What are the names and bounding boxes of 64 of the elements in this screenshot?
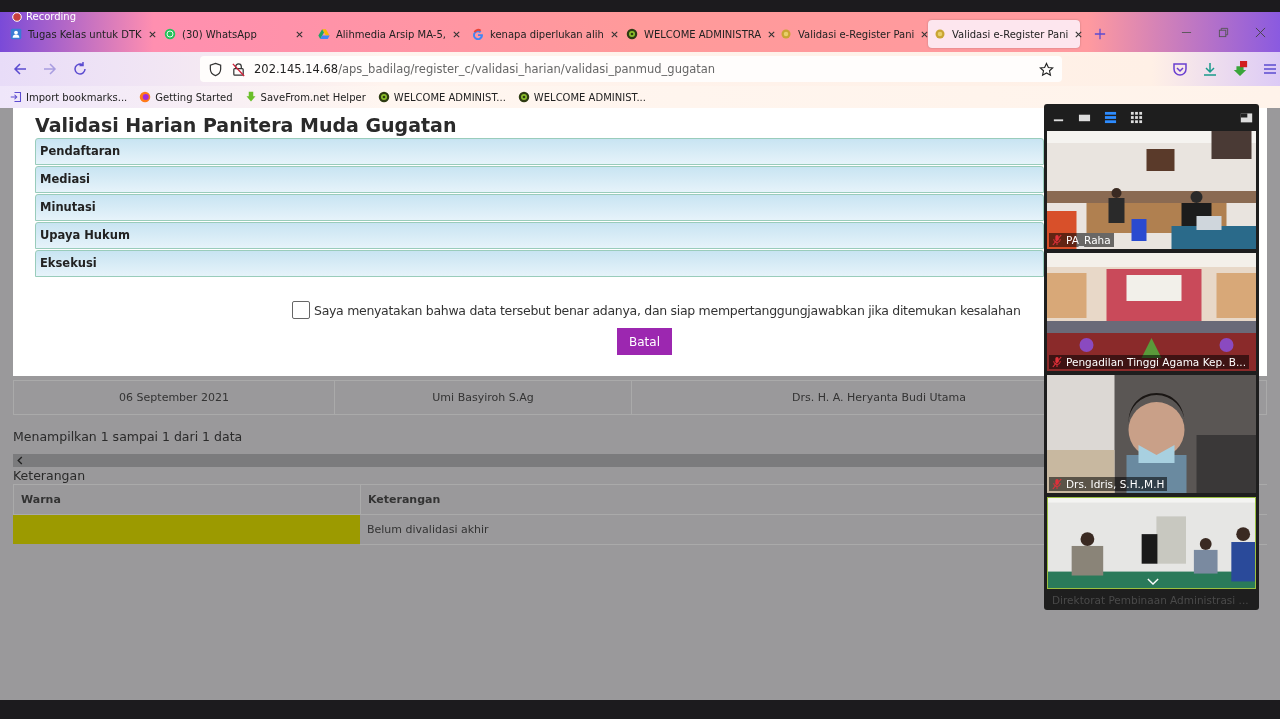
browser-tab[interactable]: Alihmedia Arsip MA-5, <box>312 20 464 48</box>
accordion-header[interactable]: Pendaftaran <box>35 138 1044 165</box>
browser-tab[interactable]: kenapa diperlukan alih <box>466 20 618 48</box>
dialog-title: Validasi Harian Panitera Muda Gugatan <box>35 113 457 138</box>
badge-icon <box>377 91 390 103</box>
bookmark-item[interactable]: WELCOME ADMINIST... <box>377 91 506 103</box>
person-icon <box>10 28 22 40</box>
table-info-text: Menampilkan 1 sampai 1 dari 1 data <box>13 429 244 445</box>
close-icon <box>451 29 461 39</box>
new-tab-icon[interactable] <box>1094 28 1106 40</box>
scrollbar[interactable] <box>13 454 1044 467</box>
drive-icon <box>318 28 330 40</box>
close-icon <box>147 29 157 39</box>
badge-icon <box>517 91 530 103</box>
back-icon[interactable] <box>12 61 28 77</box>
globe-icon <box>139 91 152 103</box>
browser-tab[interactable]: (30) WhatsApp <box>158 20 310 48</box>
bookmark-item[interactable]: WELCOME ADMINIST... <box>517 91 646 103</box>
grid-view-icon[interactable] <box>1130 110 1143 124</box>
bookmark-item[interactable]: Import bookmarks... <box>10 91 128 103</box>
window-icon[interactable] <box>1240 110 1253 124</box>
browser-tab[interactable]: WELCOME ADMINISTRA <box>620 20 772 48</box>
coin-icon <box>934 28 946 40</box>
reload-icon[interactable] <box>72 61 88 77</box>
star-icon[interactable] <box>1039 61 1054 77</box>
url-text: 202.145.14.68/aps_badilag/register_c/validasi_harian/validasi_panmud_gugatan <box>254 62 717 76</box>
chat-icon <box>164 28 176 40</box>
browser-tab[interactable]: Validasi e-Register Pani <box>928 20 1080 48</box>
google-icon <box>472 28 484 40</box>
close-icon <box>920 29 930 39</box>
bookmark-item[interactable]: SaveFrom.net Helper <box>244 91 366 103</box>
accordion-header[interactable]: Mediasi <box>35 166 1044 193</box>
checkbox[interactable] <box>292 301 310 319</box>
agreement-text: Saya menyatakan bahwa data tersebut benar adanya, dan siap mempertanggungjawabkan jika ditemukan kesalahan <box>314 302 1021 318</box>
chevron-down-icon[interactable] <box>1147 578 1159 585</box>
close-icon <box>609 29 619 39</box>
import-icon <box>10 91 22 103</box>
record-icon <box>12 11 22 22</box>
menu-icon[interactable] <box>1262 61 1278 77</box>
coin-icon <box>780 28 792 40</box>
strip-view-icon[interactable] <box>1104 110 1117 124</box>
accordion-header[interactable]: Minutasi <box>35 194 1044 221</box>
browser-tab[interactable]: Validasi e-Register Pani <box>774 20 926 48</box>
participant-name: Pengadilan Tinggi Agama Kep. B... <box>1066 356 1246 368</box>
table-cell: Umi Basyiroh S.Ag <box>335 381 632 414</box>
accordion-header[interactable]: Upaya Hukum <box>35 222 1044 249</box>
recording-label: Recording <box>26 11 76 22</box>
close-icon <box>767 29 777 39</box>
scroll-left-icon[interactable] <box>16 456 24 465</box>
download-icon[interactable] <box>1202 61 1218 77</box>
close-icon <box>1074 29 1084 39</box>
table-cell: 06 September 2021 <box>14 381 335 414</box>
badge-icon <box>626 28 638 40</box>
download-icon <box>244 91 257 103</box>
accordion-header[interactable]: Eksekusi <box>35 250 1044 277</box>
shield-icon <box>208 61 223 77</box>
cancel-button[interactable]: Batal <box>617 328 672 355</box>
pocket-icon[interactable] <box>1172 61 1188 77</box>
extension-icon[interactable] <box>1232 61 1248 77</box>
close-icon <box>295 29 304 39</box>
participant-name: PA_Raha <box>1066 234 1111 246</box>
lock-icon <box>231 61 246 77</box>
address-bar[interactable]: 202.145.14.68/aps_badilag/register_c/validasi_harian/validasi_panmud_gugatan <box>200 56 1062 82</box>
bookmark-item[interactable]: Getting Started <box>139 91 233 103</box>
